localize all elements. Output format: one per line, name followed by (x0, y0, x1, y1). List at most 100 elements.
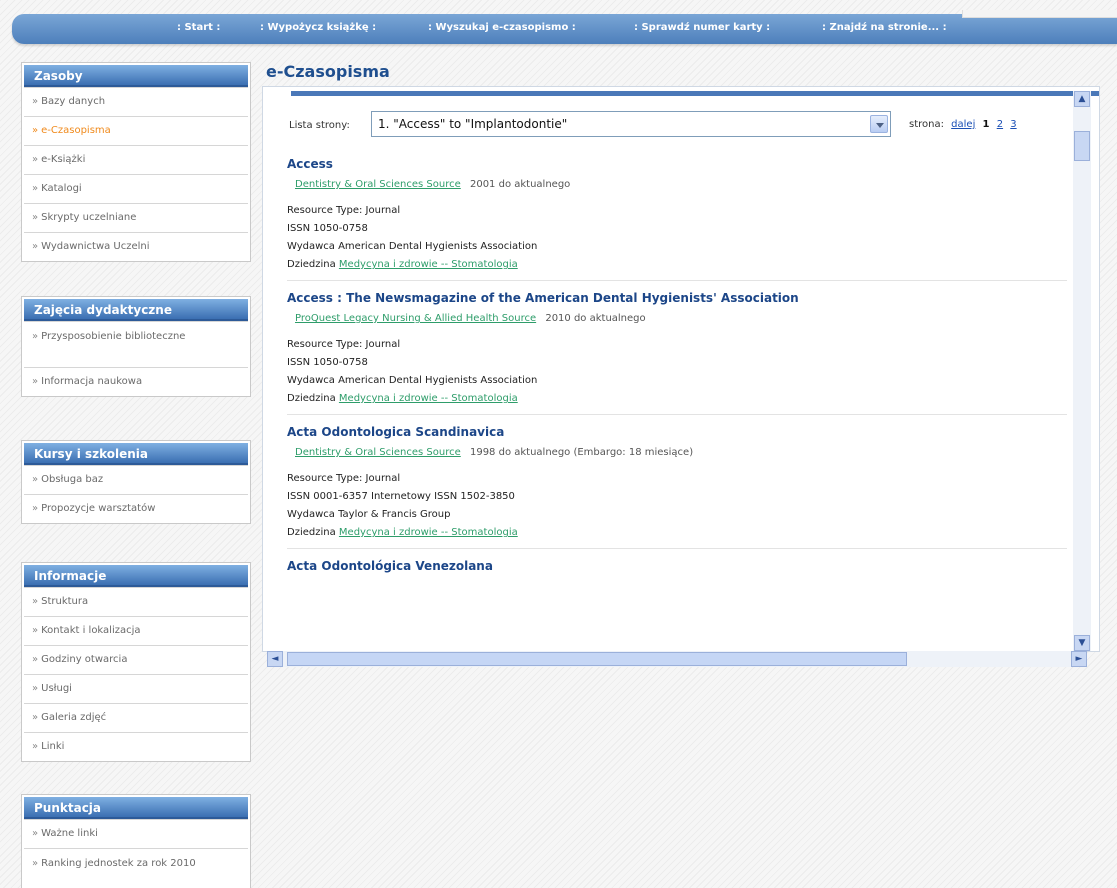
journal-meta: Resource Type: Journal ISSN 1050-0758 Wy… (287, 336, 1067, 408)
coverage: 2001 do aktualnego (469, 179, 571, 190)
arrow-icon: » (32, 625, 39, 636)
sidebar-item-wazne-linki[interactable]: » Ważne linki (24, 819, 248, 848)
arrow-icon: » (32, 241, 39, 252)
nav-find-on-page[interactable]: : Znajdź na stronie... : (822, 22, 947, 33)
publisher: Wydawca American Dental Hygienists Assoc… (287, 375, 538, 386)
source-link[interactable]: Dentistry & Oral Sciences Source (295, 447, 461, 458)
sidebar-item-przysposobienie[interactable]: » Przysposobienie biblioteczne (24, 321, 248, 367)
sidebar-item-label: Godziny otwarcia (41, 654, 128, 665)
publisher: Wydawca American Dental Hygienists Assoc… (287, 241, 538, 252)
nav-start[interactable]: : Start : (177, 22, 220, 33)
journal-title[interactable]: Acta Odontologica Scandinavica (287, 425, 1067, 439)
nav-search-ejournal[interactable]: : Wyszukaj e-czasopismo : (428, 22, 576, 33)
sidebar-item-kontakt[interactable]: » Kontakt i lokalizacja (24, 616, 248, 645)
top-navigation: : Start : : Wypożycz książkę : : Wyszuka… (12, 10, 1117, 44)
sidebar-item-katalogi[interactable]: » Katalogi (24, 174, 248, 203)
sidebar-item-label: e-Książki (41, 154, 86, 165)
nav-borrow-book[interactable]: : Wypożycz książkę : (260, 22, 376, 33)
pager-next-link[interactable]: dalej (951, 119, 975, 130)
journal-list-frame: Lista strony: 1. "Access" to "Implantodo… (262, 86, 1100, 667)
resource-type: Resource Type: Journal (287, 205, 401, 216)
sidebar-item-uslugi[interactable]: » Usługi (24, 674, 248, 703)
sidebar-item-obsluga-baz[interactable]: » Obsługa baz (24, 465, 248, 494)
list-item: Acta Odontológica Venezolana (287, 559, 1067, 587)
arrow-icon: » (32, 154, 39, 165)
scroll-down-button[interactable]: ▼ (1074, 635, 1090, 651)
journal-meta: Resource Type: Journal ISSN 1050-0758 Wy… (287, 202, 1067, 274)
pager-link-3[interactable]: 3 (1010, 119, 1016, 130)
sidebar-item-godziny[interactable]: » Godziny otwarcia (24, 645, 248, 674)
sidebar-item-label: Przysposobienie biblioteczne (41, 331, 186, 342)
field-label: Dziedzina (287, 393, 336, 404)
sidebar-item-struktura[interactable]: » Struktura (24, 587, 248, 616)
sidebar-item-propozycje[interactable]: » Propozycje warsztatów (24, 494, 248, 523)
list-toolbar: Lista strony: 1. "Access" to "Implantodo… (287, 111, 1077, 139)
sidebar-item-label: Ważne linki (41, 828, 98, 839)
sidebar-box-punktacja: Punktacja » Ważne linki » Ranking jednoste… (21, 794, 251, 888)
sidebar-box-zasoby: Zasoby » Bazy danych » e-Czasopisma » e-Ksi… (21, 62, 251, 262)
arrow-icon: » (32, 331, 39, 342)
nav-check-card[interactable]: : Sprawdź numer karty : (634, 22, 770, 33)
arrow-icon: » (32, 503, 39, 514)
arrow-icon: » (32, 183, 39, 194)
sidebar-item-label: Ranking jednostek za rok 2010 (41, 858, 196, 869)
sidebar-item-e-ksiazki[interactable]: » e-Książki (24, 145, 248, 174)
page-range-value: 1. "Access" to "Implantodontie" (378, 117, 568, 131)
sidebar-header-kursy: Kursy i szkolenia (24, 443, 248, 465)
pager: strona: dalej 1 2 3 (909, 119, 1017, 130)
field-link[interactable]: Medycyna i zdrowie -- Stomatologia (339, 259, 518, 270)
sidebar-header-punktacja: Punktacja (24, 797, 248, 819)
sidebar-item-label: Katalogi (41, 183, 82, 194)
scroll-left-button[interactable]: ◄ (267, 651, 283, 667)
pager-link-2[interactable]: 2 (997, 119, 1003, 130)
journal-source: Dentistry & Oral Sciences Source 2001 do… (295, 179, 1067, 190)
page-title: e-Czasopisma (266, 62, 390, 81)
field-label: Dziedzina (287, 259, 336, 270)
vertical-scroll-thumb[interactable] (1074, 131, 1090, 161)
arrow-icon: » (32, 654, 39, 665)
sidebar-item-ranking[interactable]: » Ranking jednostek za rok 2010 (24, 848, 248, 888)
field-row: Dziedzina Medycyna i zdrowie -- Stomatol… (287, 256, 1067, 274)
sidebar-item-bazy-danych[interactable]: » Bazy danych (24, 87, 248, 116)
arrow-icon: » (32, 96, 39, 107)
pager-label: strona: (909, 119, 944, 130)
journal-title[interactable]: Access (287, 157, 1067, 171)
field-link[interactable]: Medycyna i zdrowie -- Stomatologia (339, 527, 518, 538)
journal-title[interactable]: Access : The Newsmagazine of the America… (287, 291, 1067, 305)
sidebar-item-informacja-naukowa[interactable]: » Informacja naukowa (24, 367, 248, 396)
sidebar-item-label: Bazy danych (41, 96, 106, 107)
journal-title[interactable]: Acta Odontológica Venezolana (287, 559, 1067, 573)
arrow-icon: » (32, 858, 39, 869)
sidebar-item-label: Kontakt i lokalizacja (41, 625, 141, 636)
arrow-icon: » (32, 474, 39, 485)
list-item: Access : The Newsmagazine of the America… (287, 291, 1067, 415)
horizontal-scrollbar[interactable]: ◄ ► (267, 651, 1087, 667)
sidebar-item-label: Galeria zdjęć (41, 712, 107, 723)
sidebar-item-label: Obsługa baz (41, 474, 104, 485)
page-range-select[interactable]: 1. "Access" to "Implantodontie" (371, 111, 891, 137)
sidebar-box-informacje: Informacje » Struktura » Kontakt i lokaliz… (21, 562, 251, 762)
issn: ISSN 1050-0758 (287, 223, 368, 234)
sidebar-item-label: Usługi (41, 683, 72, 694)
vertical-scrollbar[interactable]: ▲ ▼ (1073, 91, 1091, 651)
scroll-up-button[interactable]: ▲ (1074, 91, 1090, 107)
arrow-icon: » (32, 741, 39, 752)
chevron-down-icon[interactable] (870, 115, 888, 133)
sidebar-item-skrypty[interactable]: » Skrypty uczelniane (24, 203, 248, 232)
sidebar-header-zasoby: Zasoby (24, 65, 248, 87)
source-link[interactable]: Dentistry & Oral Sciences Source (295, 179, 461, 190)
field-row: Dziedzina Medycyna i zdrowie -- Stomatol… (287, 390, 1067, 408)
sidebar-header-zajecia: Zajęcia dydaktyczne (24, 299, 248, 321)
sidebar-item-galeria[interactable]: » Galeria zdjęć (24, 703, 248, 732)
arrow-icon: » (32, 376, 39, 387)
source-link[interactable]: ProQuest Legacy Nursing & Allied Health … (295, 313, 536, 324)
sidebar-item-wydawnictwa[interactable]: » Wydawnictwa Uczelni (24, 232, 248, 261)
field-link[interactable]: Medycyna i zdrowie -- Stomatologia (339, 393, 518, 404)
sidebar-item-linki[interactable]: » Linki (24, 732, 248, 761)
sidebar-item-e-czasopisma[interactable]: » e-Czasopisma (24, 116, 248, 145)
horizontal-scroll-thumb[interactable] (287, 652, 907, 666)
arrow-icon: » (32, 828, 39, 839)
scroll-right-button[interactable]: ► (1071, 651, 1087, 667)
coverage: 2010 do aktualnego (545, 313, 646, 324)
sidebar-item-label: Skrypty uczelniane (41, 212, 137, 223)
